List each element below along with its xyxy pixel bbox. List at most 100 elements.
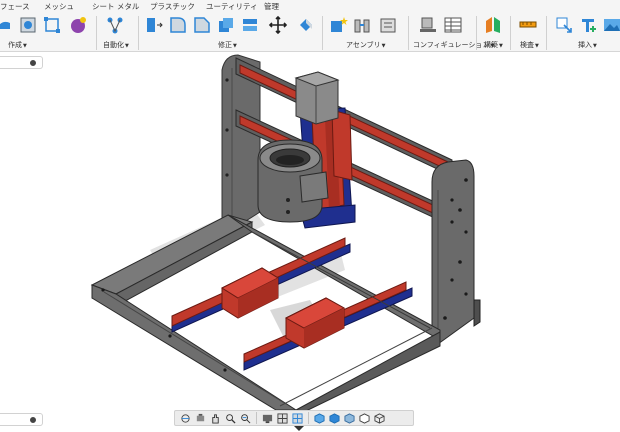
configure-icon <box>420 17 436 32</box>
chevron-down-icon: ▼ <box>125 43 129 49</box>
separator <box>96 16 97 50</box>
z-stepper-motor <box>294 71 340 125</box>
viewports-button[interactable] <box>291 412 304 425</box>
press-pull-icon <box>147 18 163 32</box>
cnc-model-view <box>90 54 481 412</box>
tab-sheet-metal[interactable]: シート メタル <box>92 1 139 12</box>
display-icon <box>262 414 273 423</box>
pin-icon <box>30 417 36 423</box>
chevron-down-icon: ▼ <box>23 43 27 49</box>
separator <box>256 412 257 424</box>
tab-plastic[interactable]: プラスチック <box>150 1 195 12</box>
insert-part-icon <box>582 19 596 32</box>
insert-canvas-button[interactable] <box>602 15 620 35</box>
chevron-down-icon: ▼ <box>381 43 386 49</box>
configure-group-label[interactable]: コンフィギュレーション▼ <box>413 40 494 50</box>
view-cube-top-button[interactable] <box>328 412 341 425</box>
assemble-new-component-button[interactable] <box>328 15 348 35</box>
canvas-viewport[interactable] <box>0 53 620 412</box>
tab-face[interactable]: フェース <box>0 1 30 12</box>
separator <box>308 412 309 424</box>
create-edge-button[interactable] <box>42 15 62 35</box>
chevron-down-icon: ▼ <box>593 43 597 49</box>
view-cube-wireframe-button[interactable] <box>373 412 386 425</box>
modify-fillet-button[interactable] <box>168 15 188 35</box>
modify-split-button[interactable] <box>240 15 260 35</box>
zoom-window-icon <box>241 413 251 423</box>
separator <box>138 16 139 50</box>
plane-icon <box>486 17 500 33</box>
view-cube-edges-button[interactable] <box>358 412 371 425</box>
create-box-button[interactable] <box>18 15 38 35</box>
modify-align-button[interactable] <box>296 15 316 35</box>
modify-group-label[interactable]: 修正▼ <box>218 40 237 50</box>
separator <box>510 16 511 50</box>
assemble-as-built-joint-button[interactable] <box>378 15 398 35</box>
create-form-button[interactable] <box>0 15 14 35</box>
insert-mcmaster-button[interactable] <box>578 15 598 35</box>
as-built-joint-icon <box>380 18 396 33</box>
chevron-down-icon: ▼ <box>499 43 503 49</box>
construct-plane-button[interactable] <box>483 15 503 35</box>
display-settings-button[interactable] <box>261 412 274 425</box>
edge-icon <box>44 17 60 33</box>
assemble-joint-button[interactable] <box>352 15 372 35</box>
form-icon <box>0 21 10 29</box>
assemble-group-label[interactable]: アセンブリ▼ <box>346 40 386 50</box>
separator <box>476 16 477 50</box>
tab-mesh[interactable]: メッシュ <box>44 1 74 12</box>
look-at-icon <box>196 413 205 421</box>
pan-button[interactable] <box>209 412 222 425</box>
modify-press-pull-button[interactable] <box>144 15 164 35</box>
shell-icon <box>219 18 233 32</box>
right-upright-plate <box>431 159 481 345</box>
inspect-group-label[interactable]: 検査▼ <box>520 40 539 50</box>
move-icon <box>268 15 288 35</box>
modify-chamfer-button[interactable] <box>192 15 212 35</box>
chamfer-icon <box>194 17 210 33</box>
view-cube-shaded-button[interactable] <box>343 412 356 425</box>
insert-group-label[interactable]: 挿入▼ <box>578 40 597 50</box>
configure-table-button[interactable] <box>443 15 463 35</box>
insert-derive-button[interactable] <box>554 15 574 35</box>
fit-button[interactable] <box>239 412 252 425</box>
inspect-measure-button[interactable] <box>518 15 538 35</box>
construct-group-label[interactable]: 構築▼ <box>484 40 503 50</box>
zoom-icon <box>226 413 236 424</box>
modify-shell-button[interactable] <box>216 15 236 35</box>
modify-move-button[interactable] <box>268 15 288 35</box>
cube-icon <box>344 412 355 424</box>
base-frame <box>90 214 441 412</box>
measure-icon <box>519 21 537 28</box>
look-at-button[interactable] <box>194 412 207 425</box>
image-icon <box>604 19 620 31</box>
comments-panel-toggle[interactable] <box>0 413 43 426</box>
automate-button[interactable] <box>105 15 125 35</box>
grid-settings-button[interactable] <box>276 412 289 425</box>
spindle-clamp <box>257 139 329 223</box>
separator <box>408 16 409 50</box>
toolbar: フェース メッシュ シート メタル プラスチック ユーティリティ 管理 作成▼ … <box>0 0 620 52</box>
configure-button[interactable] <box>418 15 438 35</box>
grid-icon <box>277 412 288 424</box>
zoom-button[interactable] <box>224 412 237 425</box>
cube-icon <box>314 412 325 424</box>
tab-utilities[interactable]: ユーティリティ <box>206 1 258 12</box>
chevron-down-icon: ▼ <box>535 43 539 49</box>
cube-icon <box>329 412 340 424</box>
fillet-icon <box>170 17 186 33</box>
box-icon <box>20 17 36 33</box>
create-sphere-button[interactable] <box>68 15 88 35</box>
align-icon <box>300 19 312 31</box>
create-group-label[interactable]: 作成▼ <box>8 40 27 50</box>
orbit-icon <box>181 413 190 423</box>
orbit-button[interactable] <box>179 412 192 425</box>
automate-group-label[interactable]: 自動化▼ <box>103 40 129 50</box>
view-cube-front-button[interactable] <box>313 412 326 425</box>
tab-manage[interactable]: 管理 <box>264 1 279 12</box>
cube-icon <box>359 412 370 424</box>
new-component-icon <box>331 17 348 32</box>
viewports-icon <box>292 412 303 424</box>
timeline-toggle-icon[interactable] <box>294 426 304 431</box>
separator <box>322 16 323 50</box>
